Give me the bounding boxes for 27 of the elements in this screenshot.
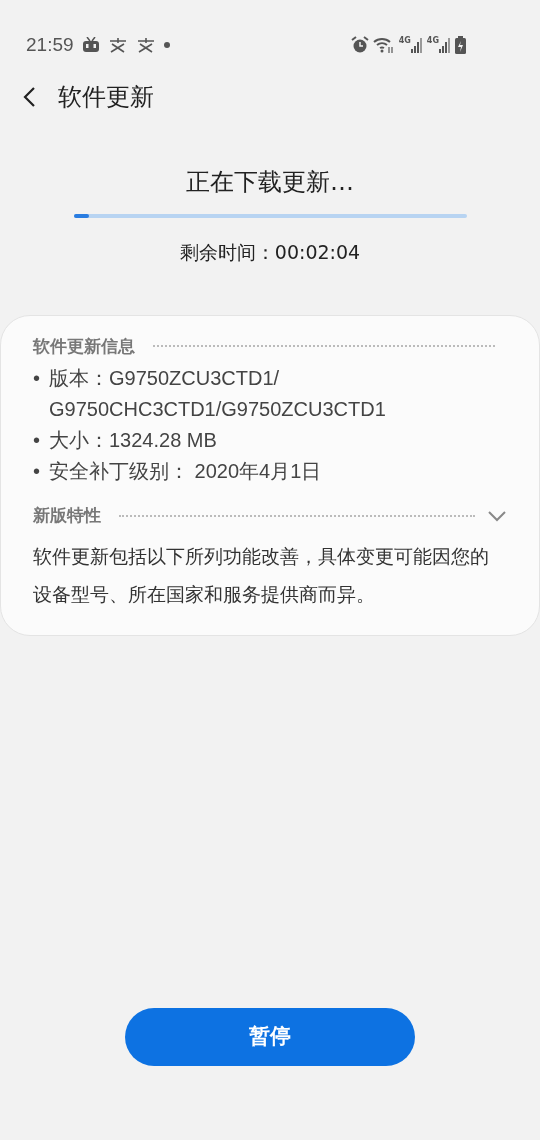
remaining-time: 剩余时间：00:02:04 — [178, 240, 362, 265]
back-icon[interactable] — [22, 86, 36, 108]
bullet: • — [33, 428, 41, 453]
info-text: 大小：1324.28 MB — [49, 428, 217, 453]
chevron-icon[interactable] — [487, 508, 507, 523]
pause-button[interactable]: 暂停 — [125, 1007, 415, 1066]
wifi-icon — [372, 36, 395, 54]
network-type-label: 4G — [426, 37, 439, 45]
bullet: • — [33, 459, 41, 484]
clock-time: 21:59 — [26, 32, 74, 57]
battery-icon — [455, 36, 466, 54]
download-status: 正在下载更新… — [185, 167, 355, 198]
section-heading: 软件更新信息 — [33, 334, 135, 358]
bullet: • — [33, 366, 41, 391]
signal-icon — [410, 37, 423, 53]
section-heading: 新版特性 — [33, 504, 101, 527]
feature-description: 软件更新包括以下所列功能改善，具体变更可能因您的设备型号、所在国家和服务提供商而异。 — [33, 543, 490, 607]
info-text: 版本：G9750ZCU3CTD1/ G9750CHC3CTD1/G9750ZCU3CTD1 — [49, 366, 387, 422]
dot-icon — [163, 42, 170, 48]
notification-icon — [107, 37, 128, 53]
tv-icon — [81, 37, 100, 53]
signal-icon — [439, 37, 451, 53]
info-text: 安全补丁级别： 2020年4月1日 — [49, 459, 322, 484]
page-title: 软件更新 — [58, 82, 154, 113]
notification-icon — [135, 37, 156, 53]
alarm-icon — [350, 36, 369, 54]
network-type-label: 4G — [398, 37, 411, 45]
